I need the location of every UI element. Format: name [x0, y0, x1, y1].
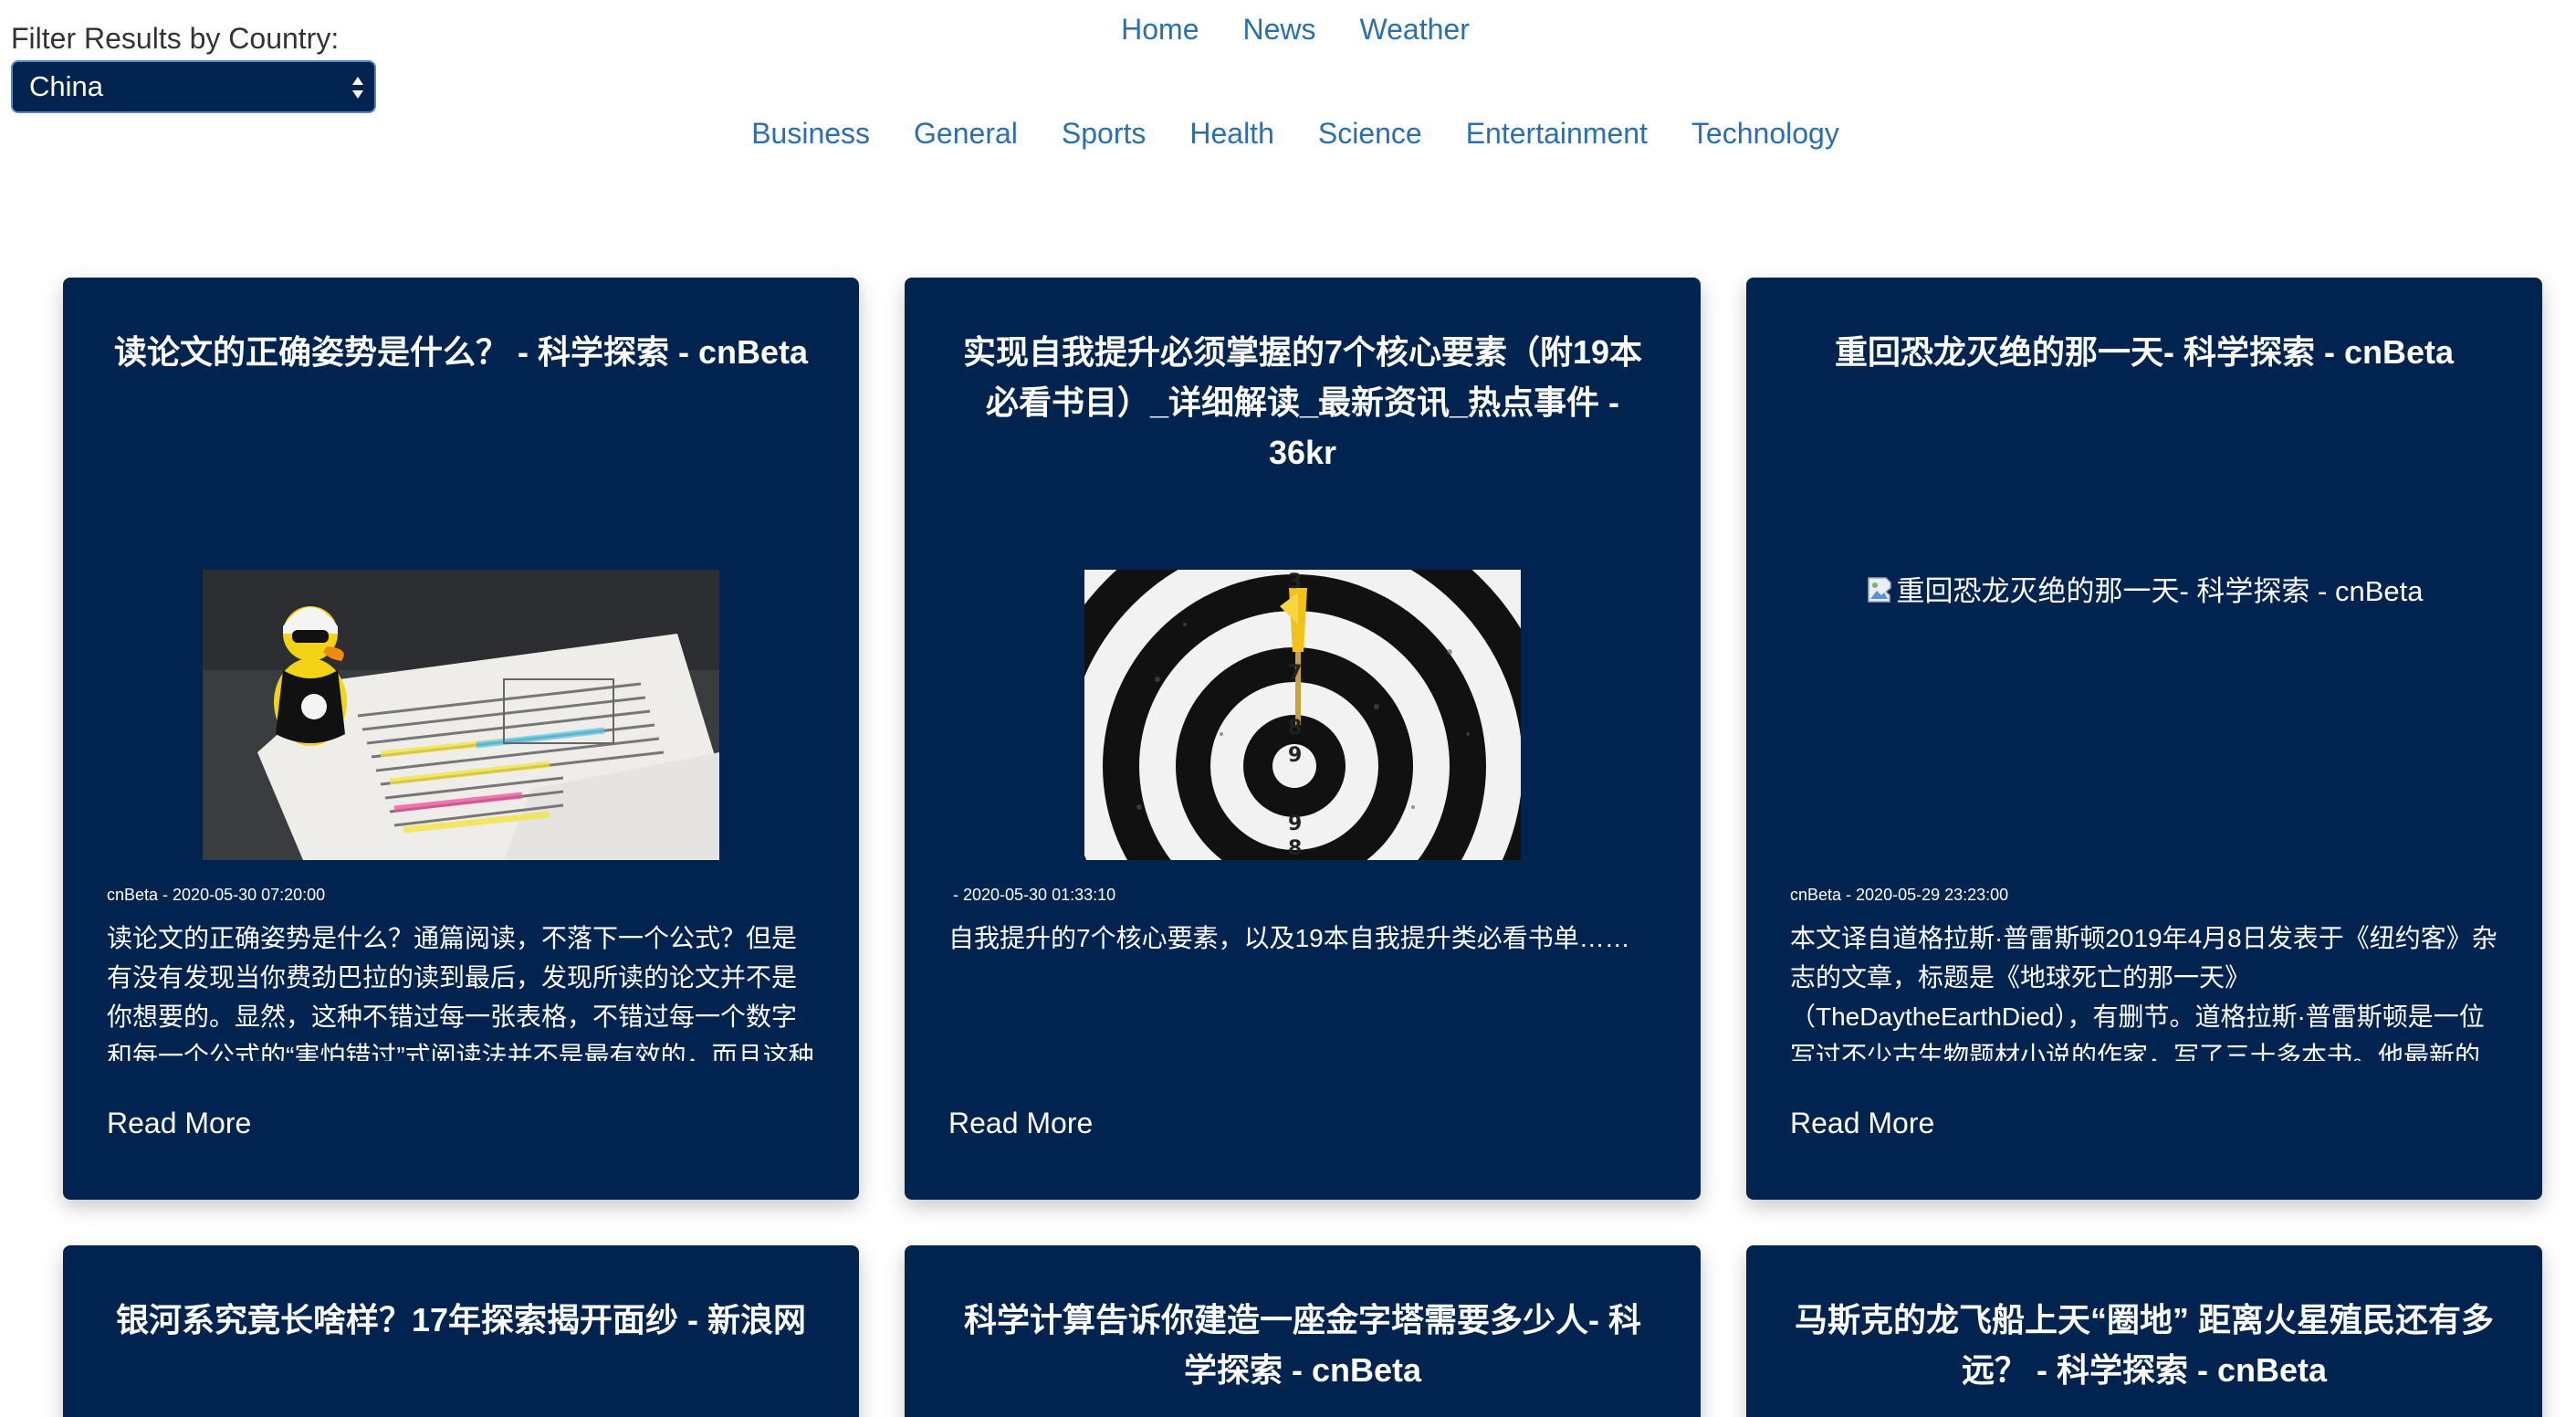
read-more-link[interactable]: Read More [107, 1103, 251, 1143]
svg-text:9: 9 [1288, 813, 1302, 835]
card-image-broken: 重回恐龙灭绝的那一天- 科学探索 - cnBeta [1746, 568, 2542, 609]
main-nav: Home News Weather [0, 9, 2576, 49]
category-general[interactable]: General [914, 113, 1018, 153]
svg-text:8: 8 [1288, 837, 1302, 860]
read-more-link[interactable]: Read More [1790, 1103, 1934, 1143]
broken-image-icon [1867, 577, 1891, 603]
nav-home[interactable]: Home [1121, 9, 1199, 49]
category-business[interactable]: Business [751, 113, 870, 153]
category-science[interactable]: Science [1318, 113, 1422, 153]
card-description: 本文译自道格拉斯·普雷斯顿2019年4月8日发表于《纽约客》杂志的文章，标题是《… [1790, 924, 2497, 1061]
category-sports[interactable]: Sports [1062, 113, 1146, 153]
nav-weather[interactable]: Weather [1360, 9, 1470, 49]
news-card: 银河系究竟长啥样？17年探索揭开面纱 - 新浪网 [63, 1245, 859, 1417]
category-health[interactable]: Health [1189, 113, 1274, 153]
news-card: 重回恐龙灭绝的那一天- 科学探索 - cnBeta 重回恐龙灭绝的那一天- 科学… [1746, 278, 2542, 1200]
card-title: 重回恐龙灭绝的那一天- 科学探索 - cnBeta [1834, 333, 2455, 371]
news-card: 实现自我提升必须掌握的7个核心要素（附19本必看书目）_详细解读_最新资讯_热点… [905, 278, 1701, 1200]
news-page: Filter Results by Country: China Home Ne… [0, 0, 2576, 1417]
svg-text:7: 7 [1288, 662, 1302, 685]
news-card-grid: 读论文的正确姿势是什么？ - 科学探索 - cnBeta cnBeta - 20… [63, 278, 2544, 1417]
news-card: 科学计算告诉你建造一座金字塔需要多少人- 科学探索 - cnBeta [905, 1245, 1701, 1417]
category-technology[interactable]: Technology [1691, 113, 1839, 153]
card-meta: cnBeta - 2020-05-30 07:20:00 [107, 886, 326, 904]
card-title: 科学计算告诉你建造一座金字塔需要多少人- 科学探索 - cnBeta [964, 1301, 1641, 1389]
card-image-dartboard: 3 7 8 9 9 8 [1084, 570, 1521, 860]
category-entertainment[interactable]: Entertainment [1466, 113, 1648, 153]
nav-news[interactable]: News [1242, 9, 1315, 49]
card-description: 读论文的正确姿势是什么？通篇阅读，不落下一个公式？但是有没有发现当你费劲巴拉的读… [107, 924, 814, 1061]
card-title: 马斯克的龙飞船上天“圈地” 距离火星殖民还有多远？ - 科学探索 - cnBet… [1794, 1301, 2494, 1389]
card-meta: - 2020-05-30 01:33:10 [948, 886, 1116, 904]
news-card: 读论文的正确姿势是什么？ - 科学探索 - cnBeta cnBeta - 20… [63, 278, 859, 1200]
svg-text:9: 9 [1288, 744, 1302, 767]
card-title: 读论文的正确姿势是什么？ - 科学探索 - cnBeta [113, 333, 809, 371]
read-more-link[interactable]: Read More [948, 1103, 1093, 1143]
svg-text:3: 3 [1288, 571, 1302, 593]
card-description: 自我提升的7个核心要素，以及19本自我提升类必看书单…… [948, 924, 1630, 952]
card-title: 实现自我提升必须掌握的7个核心要素（附19本必看书目）_详细解读_最新资讯_热点… [962, 333, 1643, 471]
select-arrows-icon [352, 77, 363, 99]
category-nav: Business General Sports Health Science E… [0, 113, 2576, 153]
card-image-duck-paper [203, 570, 719, 860]
country-select-value: China [29, 70, 103, 102]
card-title: 银河系究竟长啥样？17年探索揭开面纱 - 新浪网 [115, 1301, 807, 1338]
news-card: 马斯克的龙飞船上天“圈地” 距离火星殖民还有多远？ - 科学探索 - cnBet… [1746, 1245, 2542, 1417]
country-select[interactable]: China [11, 60, 376, 113]
card-image-alt-text: 重回恐龙灭绝的那一天- 科学探索 - cnBeta [1896, 575, 2424, 607]
svg-text:8: 8 [1288, 717, 1302, 740]
card-meta: cnBeta - 2020-05-29 23:23:00 [1790, 886, 2009, 904]
